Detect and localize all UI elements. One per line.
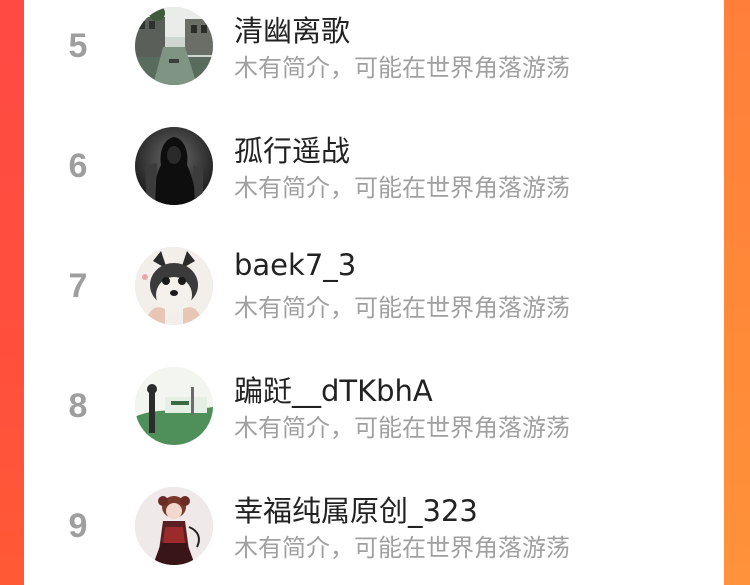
user-name[interactable]: 清幽离歌: [234, 8, 350, 50]
user-name[interactable]: 孤行遥战: [234, 128, 350, 170]
list-item-rank-6[interactable]: 6 孤行遥战 木有简介，可能在世界角落游荡: [24, 120, 724, 220]
user-bio: 木有简介，可能在世界角落游荡: [234, 174, 570, 202]
right-gradient-edge: [724, 0, 750, 585]
avatar-husky-icon[interactable]: [135, 247, 213, 325]
list-item-rank-5[interactable]: 5 清幽离歌 木有简介，可能在世界角落游荡: [24, 0, 724, 100]
user-bio: 木有简介，可能在世界角落游荡: [234, 534, 570, 562]
rank-number: 9: [68, 507, 88, 545]
user-name[interactable]: 蹁跹__dTKbhA: [234, 368, 433, 410]
ranking-list: 5 清幽离歌 木有简介，可能在世界角落游荡 6 孤行遥战 木有简介，可能在世界角…: [24, 0, 724, 585]
avatar-anime-scene-icon[interactable]: [135, 367, 213, 445]
rank-number: 8: [68, 387, 88, 425]
rank-number: 6: [68, 147, 88, 185]
user-name[interactable]: baek7_3: [234, 248, 356, 282]
rank-number: 7: [68, 267, 88, 305]
user-bio: 木有简介，可能在世界角落游荡: [234, 294, 570, 322]
list-item-rank-8[interactable]: 8 蹁跹__dTKbhA 木有简介，可能在世界角落游荡: [24, 360, 724, 460]
avatar-canal-town-icon[interactable]: [135, 7, 213, 85]
list-item-rank-7[interactable]: 7 baek7_3 木有简介，可能在世界角落游荡: [24, 240, 724, 340]
user-bio: 木有简介，可能在世界角落游荡: [234, 54, 570, 82]
list-item-rank-9[interactable]: 9 幸福纯属原创_323 木有简介，可能在世界角落游荡: [24, 480, 724, 580]
user-bio: 木有简介，可能在世界角落游荡: [234, 414, 570, 442]
rank-number: 5: [68, 27, 88, 65]
left-gradient-edge: [0, 0, 24, 585]
avatar-hooded-figure-icon[interactable]: [135, 127, 213, 205]
user-name[interactable]: 幸福纯属原创_323: [234, 488, 478, 530]
avatar-gothic-doll-icon[interactable]: [135, 487, 213, 565]
